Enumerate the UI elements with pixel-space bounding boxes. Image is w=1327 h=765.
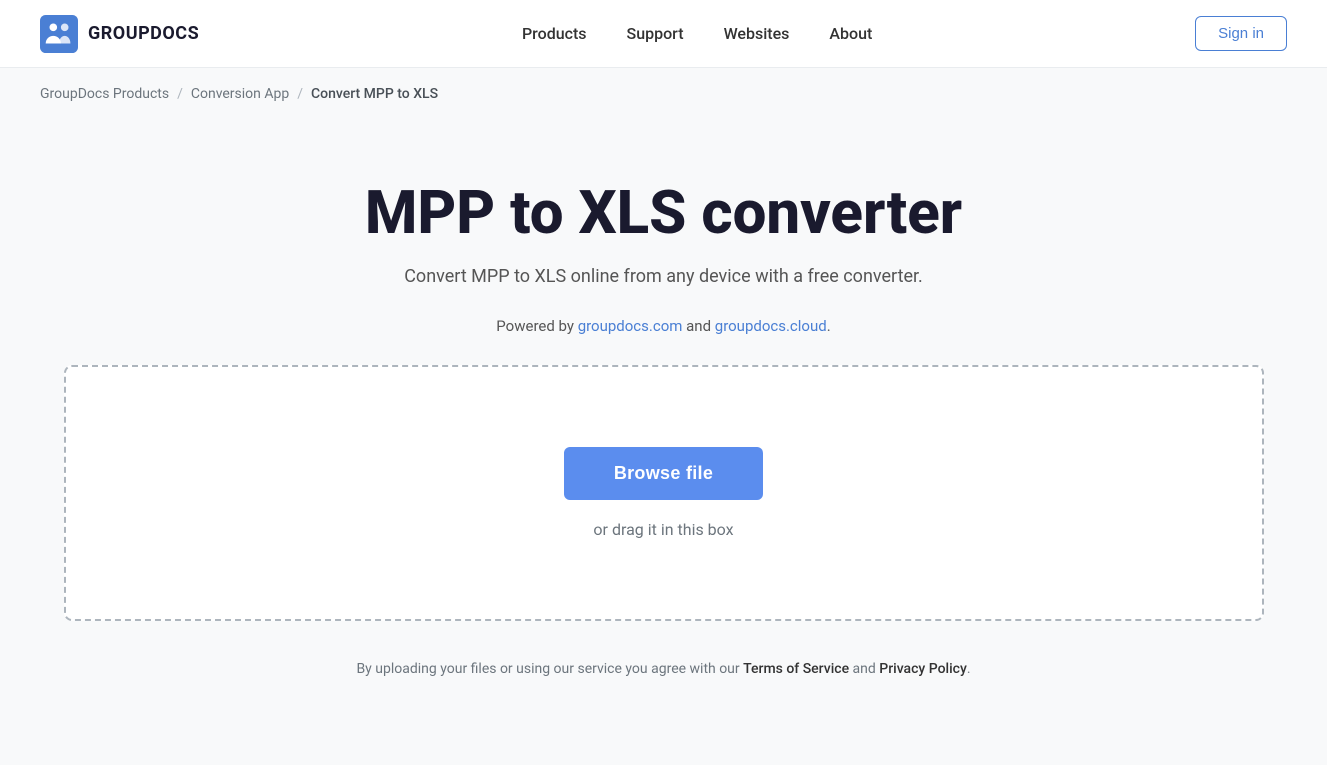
nav-support[interactable]: Support bbox=[627, 24, 684, 43]
breadcrumb: GroupDocs Products / Conversion App / Co… bbox=[0, 68, 1327, 120]
logo-icon bbox=[40, 15, 78, 53]
page-title: MPP to XLS converter bbox=[365, 180, 962, 246]
footer-note: By uploading your files or using our ser… bbox=[356, 661, 970, 677]
terms-of-service-link[interactable]: Terms of Service bbox=[743, 661, 849, 677]
powered-by-prefix: Powered by bbox=[496, 317, 577, 335]
file-drop-zone[interactable]: Browse file or drag it in this box bbox=[64, 365, 1264, 621]
breadcrumb-separator-2: / bbox=[297, 86, 303, 102]
powered-by-and: and bbox=[682, 317, 714, 335]
footer-note-suffix: . bbox=[967, 661, 971, 677]
privacy-policy-link[interactable]: Privacy Policy bbox=[879, 661, 967, 677]
powered-by-suffix: . bbox=[827, 317, 831, 335]
breadcrumb-separator-1: / bbox=[177, 86, 183, 102]
powered-by-text: Powered by groupdocs.com and groupdocs.c… bbox=[496, 317, 830, 335]
logo-link[interactable]: GROUPDOCS bbox=[40, 15, 199, 53]
breadcrumb-item-conversion[interactable]: Conversion App bbox=[191, 86, 289, 102]
drag-hint-text: or drag it in this box bbox=[593, 520, 733, 539]
page-subtitle: Convert MPP to XLS online from any devic… bbox=[404, 266, 923, 287]
groupdocs-com-link[interactable]: groupdocs.com bbox=[578, 317, 683, 335]
logo-text: GROUPDOCS bbox=[88, 23, 199, 44]
nav-about[interactable]: About bbox=[829, 24, 872, 43]
groupdocs-cloud-link[interactable]: groupdocs.cloud bbox=[715, 317, 827, 335]
footer-and: and bbox=[849, 661, 879, 677]
main-content: MPP to XLS converter Convert MPP to XLS … bbox=[0, 120, 1327, 717]
breadcrumb-item-groupdocs[interactable]: GroupDocs Products bbox=[40, 86, 169, 102]
sign-in-button[interactable]: Sign in bbox=[1195, 16, 1287, 51]
site-header: GROUPDOCS Products Support Websites Abou… bbox=[0, 0, 1327, 68]
main-nav: Products Support Websites About bbox=[522, 24, 872, 43]
browse-file-button[interactable]: Browse file bbox=[564, 447, 763, 500]
footer-note-prefix: By uploading your files or using our ser… bbox=[356, 661, 743, 677]
nav-websites[interactable]: Websites bbox=[724, 24, 790, 43]
nav-products[interactable]: Products bbox=[522, 24, 587, 43]
breadcrumb-item-current: Convert MPP to XLS bbox=[311, 86, 438, 102]
